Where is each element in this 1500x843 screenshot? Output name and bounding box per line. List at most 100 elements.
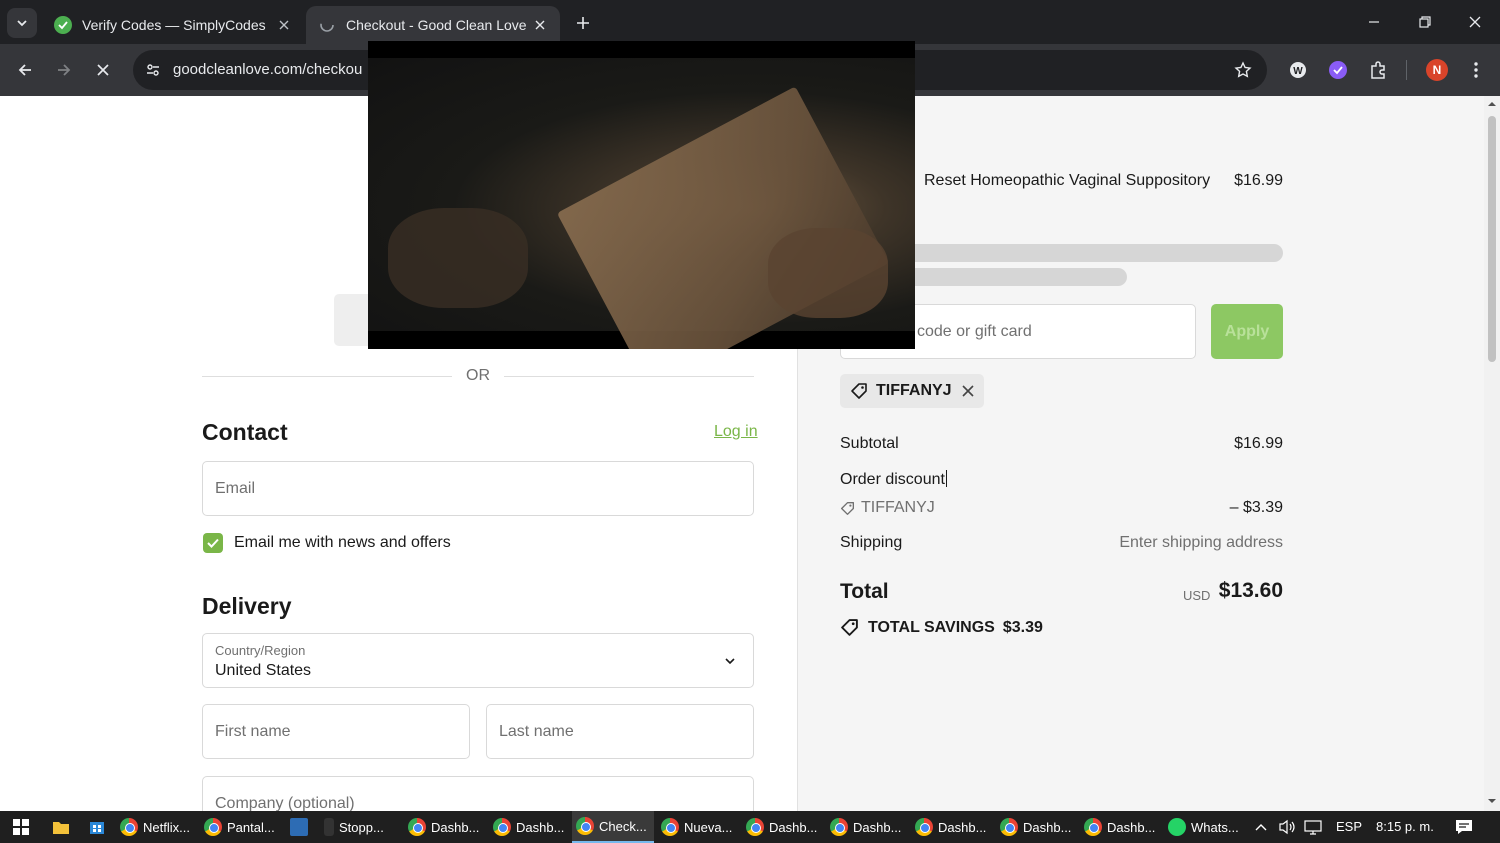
arrow-left-icon [18, 64, 31, 76]
taskbar-app[interactable]: Dashb... [911, 811, 993, 843]
remove-discount-close-icon[interactable] [961, 385, 974, 397]
tag-icon [851, 383, 867, 399]
taskbar-app[interactable]: Dashb... [1080, 811, 1162, 843]
chevron-up-icon[interactable] [1254, 821, 1268, 833]
network-icon[interactable] [1304, 819, 1324, 835]
taskbar-app[interactable]: Dashb... [826, 811, 908, 843]
profile-avatar[interactable]: N [1424, 57, 1450, 83]
country-value: United States [215, 662, 312, 679]
login-link[interactable]: Log in [714, 423, 758, 441]
site-settings-icon[interactable] [143, 60, 163, 80]
whatsapp-icon [1168, 818, 1186, 836]
chrome-icon [204, 818, 222, 836]
extension-purple-icon[interactable] [1325, 57, 1351, 83]
taskbar-app[interactable]: Pantal... [200, 811, 282, 843]
taskbar-app-label: Check... [599, 818, 647, 834]
start-button[interactable] [8, 811, 34, 843]
loading-favicon-icon [318, 16, 336, 34]
tab-verify-codes[interactable]: Verify Codes — SimplyCodes [42, 6, 304, 44]
window-close-button[interactable] [1463, 10, 1487, 34]
plus-icon [577, 17, 589, 29]
page-scrollbar[interactable] [1484, 96, 1500, 811]
newsletter-checkbox[interactable] [203, 533, 223, 553]
minimize-icon [1369, 21, 1379, 23]
arrow-right-icon [58, 64, 71, 76]
first-name-field[interactable]: First name [202, 704, 470, 759]
chevron-down-icon [725, 658, 735, 665]
svg-text:W: W [1293, 66, 1303, 77]
taskbar-app[interactable]: Whats... [1164, 811, 1248, 843]
close-icon[interactable] [276, 17, 292, 33]
contact-heading: Contact [202, 419, 288, 445]
taskbar-app-label: Dashb... [853, 819, 902, 835]
forward-button[interactable] [51, 57, 77, 83]
chrome-icon [661, 818, 679, 836]
taskbar-app-label: Nueva... [684, 819, 733, 835]
video-overlay[interactable] [368, 41, 915, 349]
close-icon [1469, 16, 1481, 28]
shipping-label: Shipping [840, 534, 903, 551]
browser-menu-button[interactable] [1463, 57, 1489, 83]
chrome-icon [1000, 818, 1018, 836]
file-explorer-button[interactable] [48, 811, 74, 843]
tab-title: Checkout - Good Clean Love [346, 17, 527, 33]
delivery-heading: Delivery [202, 593, 292, 619]
video-frame [368, 58, 915, 349]
savings-value: $3.39 [1002, 618, 1043, 636]
extension-w-icon[interactable]: W [1285, 57, 1311, 83]
taskbar-app-label: Dashb... [769, 819, 818, 835]
speaker-icon[interactable] [1278, 819, 1296, 835]
new-tab-button[interactable] [572, 12, 594, 34]
email-field[interactable]: Email [202, 461, 754, 516]
scroll-down-arrow-icon[interactable] [1487, 796, 1497, 806]
app-window-icon [290, 818, 308, 836]
language-indicator[interactable]: ESP [1336, 819, 1362, 834]
taskbar-app[interactable]: Dashb... [404, 811, 486, 843]
first-name-placeholder: First name [215, 722, 291, 740]
restore-button[interactable] [1413, 10, 1437, 34]
tag-icon [841, 501, 854, 515]
taskbar-app[interactable]: Dashb... [489, 811, 571, 843]
chrome-icon [493, 818, 511, 836]
taskbar-app[interactable]: Dashb... [996, 811, 1078, 843]
or-divider: OR [202, 366, 754, 386]
video-content-hand [388, 208, 528, 308]
clock[interactable]: 8:15 p. m. [1376, 819, 1434, 834]
taskbar-app[interactable] [286, 811, 314, 843]
newsletter-label: Email me with news and offers [234, 534, 451, 551]
last-name-field[interactable]: Last name [486, 704, 754, 759]
company-field[interactable]: Company (optional) [202, 776, 754, 811]
chrome-icon [576, 817, 594, 835]
country-select[interactable]: Country/Region United States [202, 633, 754, 688]
video-content-hand [768, 228, 888, 318]
close-icon [97, 64, 109, 76]
last-name-placeholder: Last name [499, 722, 574, 740]
chrome-icon [830, 818, 848, 836]
apply-button[interactable]: Apply [1211, 304, 1283, 359]
stop-loading-button[interactable] [90, 57, 116, 83]
bookmark-star-icon[interactable] [1233, 60, 1253, 80]
shipping-value: Enter shipping address [1119, 534, 1283, 551]
back-button[interactable] [12, 57, 38, 83]
discount-code-row: TIFFANYJ [840, 499, 935, 517]
notifications-icon[interactable] [1455, 818, 1473, 836]
loading-skeleton [900, 268, 1127, 286]
chevron-down-icon [17, 20, 27, 27]
scroll-up-arrow-icon[interactable] [1487, 99, 1497, 109]
taskbar-app-active[interactable]: Check... [572, 811, 654, 843]
taskbar-app[interactable]: Nueva... [657, 811, 739, 843]
taskbar-app-label: Netflix... [143, 819, 190, 835]
taskbar-app[interactable]: Stopp... [320, 811, 400, 843]
taskbar-app[interactable]: Dashb... [742, 811, 824, 843]
tab-checkout[interactable]: Checkout - Good Clean Love [306, 6, 560, 44]
loading-skeleton [900, 244, 1283, 262]
taskbar-app[interactable]: Netflix... [116, 811, 198, 843]
scrollbar-thumb[interactable] [1488, 116, 1496, 362]
simplycodes-favicon-icon [54, 16, 72, 34]
windows-taskbar: Netflix... Pantal... Stopp... Dashb... D… [0, 811, 1500, 843]
extensions-puzzle-icon[interactable] [1365, 57, 1391, 83]
minimize-button[interactable] [1362, 10, 1386, 34]
store-button[interactable] [84, 811, 110, 843]
tab-search-button[interactable] [7, 8, 37, 38]
close-icon[interactable] [532, 17, 548, 33]
